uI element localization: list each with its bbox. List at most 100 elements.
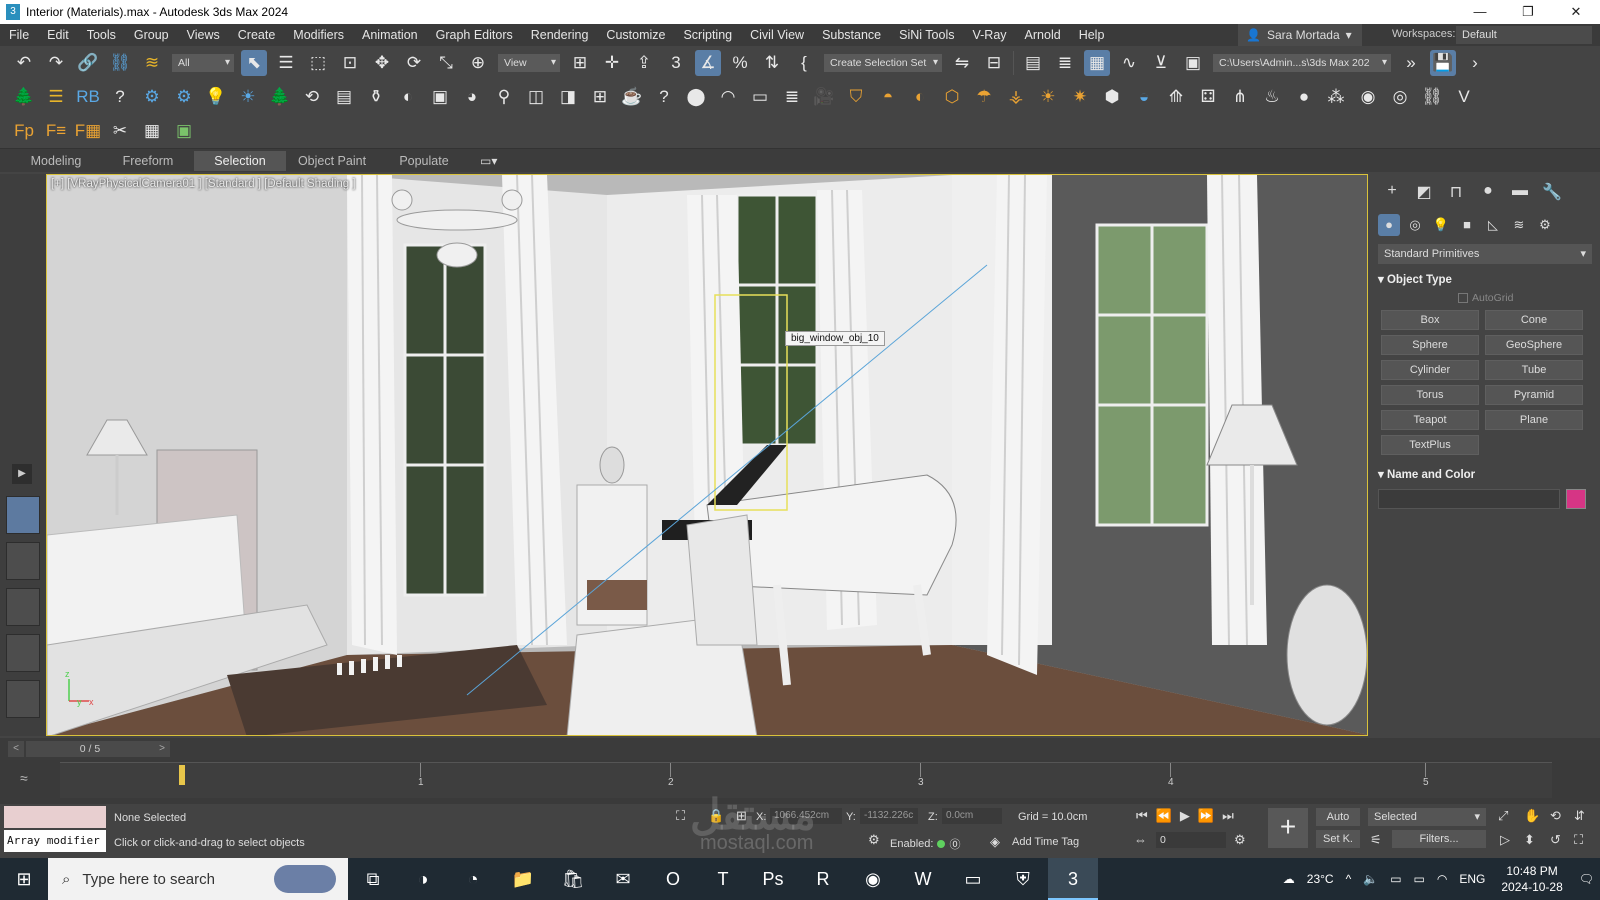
plane-icon[interactable]: ◒ <box>1131 84 1157 110</box>
close-button[interactable]: ✕ <box>1552 0 1600 24</box>
spotlight-icon[interactable]: ⛉ <box>843 84 869 110</box>
percent-snap-icon[interactable]: % <box>727 50 753 76</box>
menu-civil-view[interactable]: Civil View <box>741 28 813 42</box>
teapot-button[interactable]: Teapot <box>1381 410 1479 430</box>
key-filters-button[interactable]: Filters... <box>1392 830 1486 848</box>
pan-icon[interactable]: ✋ <box>1524 808 1540 824</box>
vray-camera-icon[interactable]: ⚙ <box>171 84 197 110</box>
object-type-rollout[interactable]: Object Type <box>1378 270 1592 290</box>
cameras-icon[interactable]: ■ <box>1456 214 1478 236</box>
edit-named-selection-icon[interactable]: { <box>791 50 817 76</box>
tab-freeform[interactable]: Freeform <box>102 151 194 171</box>
tube-button[interactable]: Tube <box>1485 360 1583 380</box>
tab-populate[interactable]: Populate <box>378 151 470 171</box>
user-account-dropdown[interactable]: 👤 Sara Mortada ▾ <box>1238 24 1362 46</box>
curve-editor-mini-icon[interactable]: ≈ <box>20 770 28 786</box>
reference-coordinate-dropdown[interactable]: View <box>498 54 560 72</box>
expand-icon[interactable]: › <box>1462 50 1488 76</box>
snaps-toggle-icon[interactable]: 3 <box>663 50 689 76</box>
next-frame-button[interactable]: > <box>154 741 170 757</box>
forest-lib-icon[interactable]: F▦ <box>75 118 101 144</box>
name-and-color-rollout[interactable]: Name and Color <box>1378 465 1592 485</box>
pivot-center-icon[interactable]: ⊞ <box>567 50 593 76</box>
modify-tab-icon[interactable]: ◩ <box>1412 182 1436 204</box>
sphere-button[interactable]: Sphere <box>1381 335 1479 355</box>
3dsmax-taskbar-icon[interactable]: 3 <box>1048 858 1098 900</box>
tab-modeling[interactable]: Modeling <box>10 151 102 171</box>
light-bulb-icon[interactable]: 💡 <box>203 84 229 110</box>
selection-filter-dropdown[interactable]: All <box>172 54 234 72</box>
frame-buffer-icon[interactable]: ▤ <box>331 84 357 110</box>
task-view-icon[interactable]: ⧉ <box>348 858 398 900</box>
vray-sun-icon[interactable]: ☀ <box>1035 84 1061 110</box>
teapot-icon[interactable]: ☕ <box>619 84 645 110</box>
chevron-up-icon[interactable]: ^ <box>1340 872 1358 886</box>
render-icon[interactable]: ◕ <box>459 84 485 110</box>
orbit-icon[interactable]: ⟲ <box>1550 808 1561 824</box>
walk-icon[interactable]: ⬍ <box>1524 832 1535 848</box>
camera-icon[interactable]: 🎥 <box>811 84 837 110</box>
menu-rendering[interactable]: Rendering <box>522 28 598 42</box>
autogrid-checkbox[interactable]: AutoGrid <box>1370 292 1600 304</box>
roll-icon[interactable]: ↺ <box>1550 832 1561 848</box>
ambient-light-icon[interactable]: ⚶ <box>1003 84 1029 110</box>
menu-graph-editors[interactable]: Graph Editors <box>427 28 522 42</box>
fire-icon[interactable]: ♨ <box>1259 84 1285 110</box>
shapes-icon[interactable]: ◎ <box>1404 214 1426 236</box>
notifications-icon[interactable]: 🗨 <box>1573 872 1600 886</box>
expand-arrow-icon[interactable]: ▶ <box>12 464 32 484</box>
bottle-icon[interactable]: ⚱ <box>363 84 389 110</box>
systems-icon[interactable]: ⚙ <box>1534 214 1556 236</box>
menu-help[interactable]: Help <box>1070 28 1114 42</box>
menu-views[interactable]: Views <box>178 28 229 42</box>
object-name-field[interactable] <box>1378 489 1560 509</box>
key-mode-icon[interactable]: ⇔ <box>1134 832 1147 847</box>
cylinder-button[interactable]: Cylinder <box>1381 360 1479 380</box>
set-key-button[interactable]: + <box>1268 808 1308 848</box>
maxscript-listener[interactable]: Array modifier <box>4 806 106 854</box>
security-icon[interactable]: ⛨ <box>998 858 1048 900</box>
rotate-icon[interactable]: ⟳ <box>401 50 427 76</box>
redo-icon[interactable]: ↷ <box>43 50 69 76</box>
scene-explorer-icon[interactable]: ▤ <box>1020 50 1046 76</box>
window-crossing-icon[interactable]: ⊡ <box>337 50 363 76</box>
rectangle-selection-icon[interactable]: ⬚ <box>305 50 331 76</box>
ies-light-icon[interactable]: ☂ <box>971 84 997 110</box>
schematic-view-icon[interactable]: ⊻ <box>1148 50 1174 76</box>
create-selection-set-dropdown[interactable]: Create Selection Set <box>824 54 942 72</box>
viewport-icon[interactable]: ◫ <box>523 84 549 110</box>
menu-edit[interactable]: Edit <box>38 28 78 42</box>
wifi-icon[interactable]: ◠ <box>1431 872 1453 886</box>
current-frame-field[interactable]: 0 <box>1156 832 1226 848</box>
forest-pack-icon[interactable]: Fp <box>11 118 37 144</box>
list-icon[interactable]: ☰ <box>43 84 69 110</box>
maximize-button[interactable]: ❐ <box>1504 0 1552 24</box>
primitive-category-dropdown[interactable]: Standard Primitives <box>1378 244 1592 264</box>
select-manipulate-icon[interactable]: ✛ <box>599 50 625 76</box>
taskbar-search[interactable]: ⌕ Type here to search <box>48 858 348 900</box>
box-icon[interactable]: ▭ <box>747 84 773 110</box>
motion-tab-icon[interactable]: ● <box>1476 182 1500 204</box>
plane-button[interactable]: Plane <box>1485 410 1583 430</box>
maximize-viewport-icon[interactable]: ⛶ <box>1574 832 1583 848</box>
tab-selection[interactable]: Selection <box>194 150 286 171</box>
go-to-end-icon[interactable]: ⏭ <box>1222 808 1234 824</box>
space-warps-icon[interactable]: ≋ <box>1508 214 1530 236</box>
battery-icon[interactable]: ▭ <box>1408 872 1431 886</box>
spinner-snap-icon[interactable]: ⇅ <box>759 50 785 76</box>
undo-icon[interactable]: ↶ <box>11 50 37 76</box>
zoom-icon[interactable]: ⤢ <box>1498 808 1508 824</box>
z-coordinate-field[interactable]: 0.0cm <box>942 808 1002 824</box>
menu-arnold[interactable]: Arnold <box>1016 28 1070 42</box>
menu-group[interactable]: Group <box>125 28 178 42</box>
textplus-button[interactable]: TextPlus <box>1381 435 1479 455</box>
viewport-layout-2[interactable] <box>6 542 40 580</box>
lights-icon[interactable]: 💡 <box>1430 214 1452 236</box>
maxscript-output[interactable] <box>4 806 106 828</box>
interactive-render-icon[interactable]: ⚲ <box>491 84 517 110</box>
menu-tools[interactable]: Tools <box>78 28 125 42</box>
move-icon[interactable]: ✥ <box>369 50 395 76</box>
adaptive-degradation-icon[interactable]: ⚙ <box>868 832 880 848</box>
chrome-icon[interactable]: ◉ <box>848 858 898 900</box>
clock[interactable]: 10:48 PM 2024-10-28 <box>1491 863 1572 895</box>
